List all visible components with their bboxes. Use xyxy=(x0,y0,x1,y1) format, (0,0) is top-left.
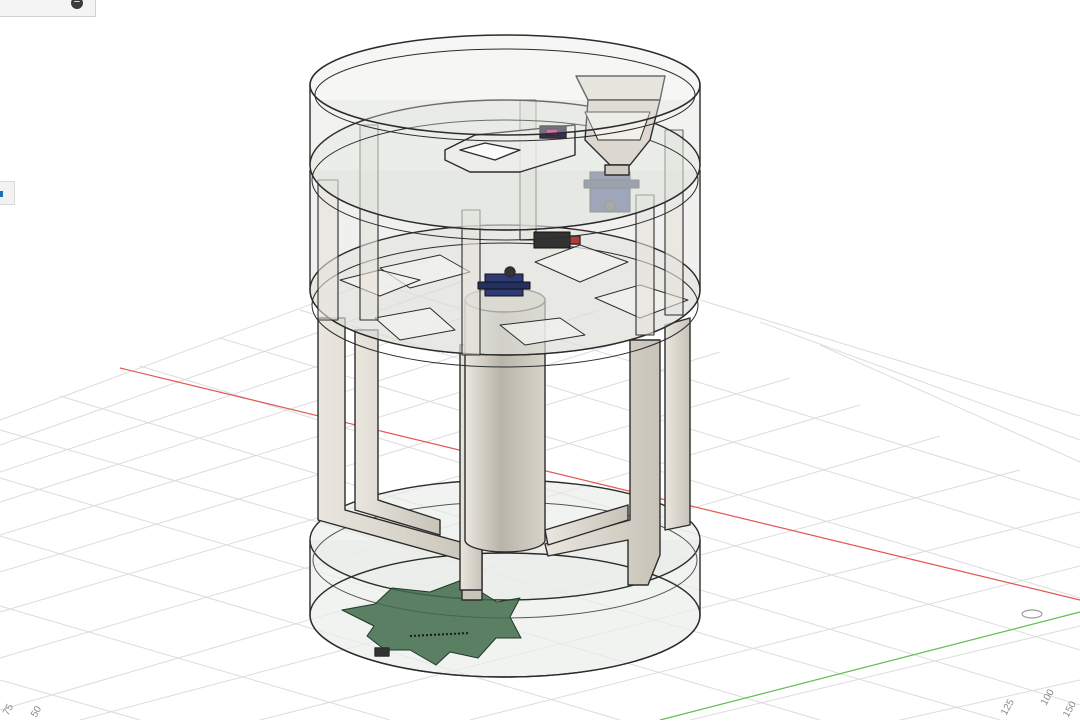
ruler-label: 150 xyxy=(1061,699,1079,719)
ruler-label: 75 xyxy=(1,702,16,718)
panel-tab-icon xyxy=(0,191,3,197)
y-axis-line xyxy=(659,611,1080,721)
minus-circle-icon[interactable]: − xyxy=(71,0,83,9)
left-panel-tab[interactable] xyxy=(0,181,15,205)
ruler-labels: 100 125 150 75 50 xyxy=(1,687,1079,719)
3d-viewport[interactable]: 100 125 150 75 50 xyxy=(0,0,1080,721)
viewport-canvas[interactable]: 100 125 150 75 50 xyxy=(0,0,1080,721)
browser-panel-stub[interactable]: − xyxy=(0,0,96,17)
origin-marker[interactable] xyxy=(1021,609,1043,619)
ruler-label: 50 xyxy=(29,704,44,720)
dispenser-model[interactable] xyxy=(309,34,701,678)
ruler-label: 100 xyxy=(1039,687,1057,707)
ruler-label: 125 xyxy=(999,697,1017,717)
